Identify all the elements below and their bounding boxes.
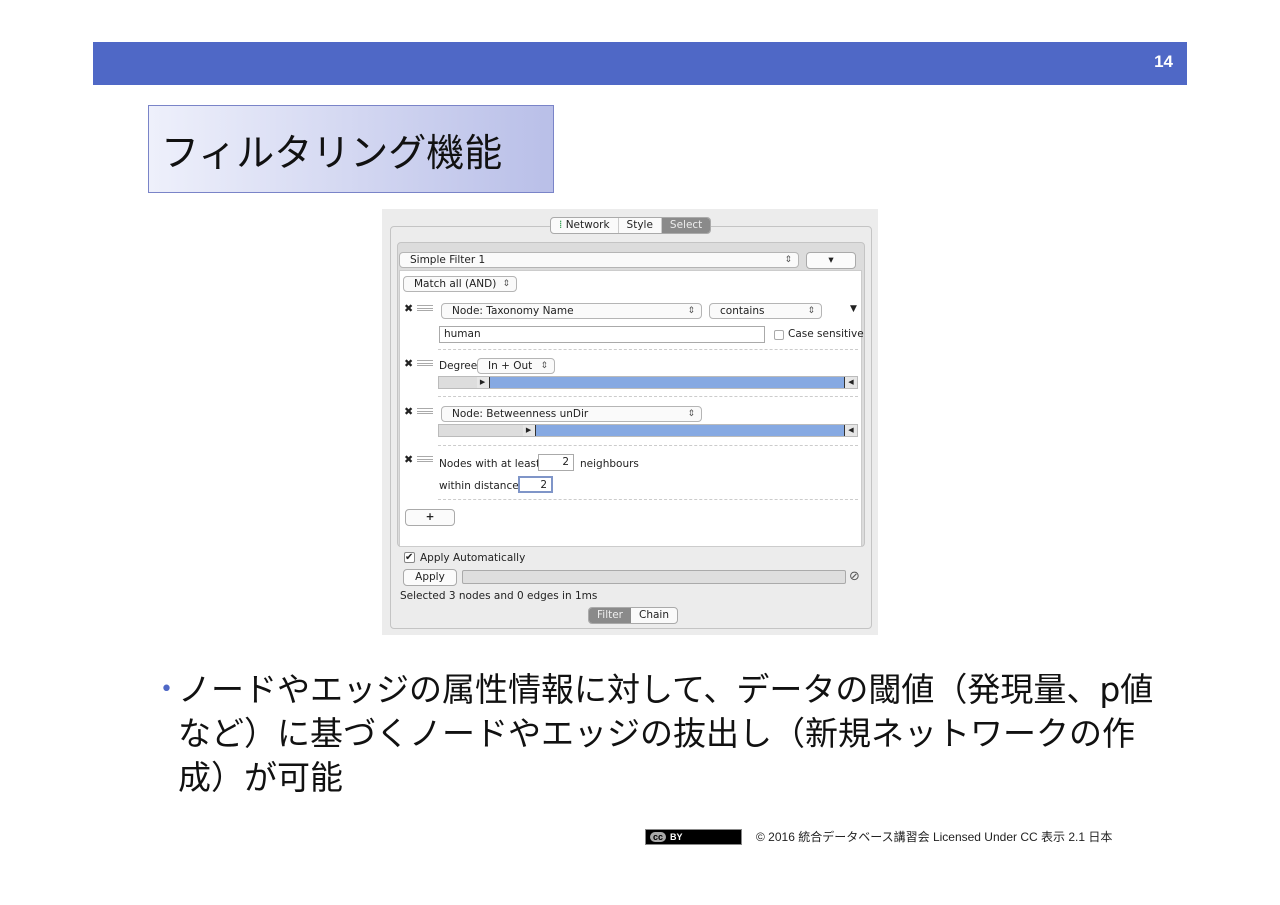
- cc-logo: cc: [650, 831, 667, 842]
- remove-filter-icon[interactable]: ✖: [404, 405, 413, 418]
- neighbours-prefix: Nodes with at least: [439, 458, 541, 470]
- header-band: 14: [93, 42, 1187, 85]
- operator-value: contains: [720, 305, 765, 317]
- drag-handle-icon[interactable]: [417, 305, 433, 311]
- filter-select[interactable]: Simple Filter 1 ⇕: [399, 252, 799, 268]
- stepper-icon: ⇕: [687, 409, 695, 419]
- degree-mode-value: In + Out: [488, 360, 533, 372]
- progress-bar: [462, 570, 846, 584]
- slide-title: フィルタリング機能: [148, 105, 554, 193]
- case-sensitive-label: Case sensitive: [788, 328, 864, 340]
- slider-low-thumb[interactable]: ▶: [476, 377, 489, 388]
- tab-label: Network: [565, 219, 610, 231]
- copyright-text: © 2016 統合データベース講習会 Licensed Under CC 表示 …: [756, 830, 1113, 844]
- status-text: Selected 3 nodes and 0 edges in 1ms: [400, 590, 598, 602]
- divider: [438, 349, 858, 350]
- betweenness-column-select[interactable]: Node: Betweenness unDir ⇕: [441, 406, 702, 422]
- drag-handle-icon[interactable]: [417, 408, 433, 414]
- by-label: BY: [670, 831, 683, 842]
- footer: cc BY © 2016 統合データベース講習会 Licensed Under C…: [645, 828, 1112, 845]
- match-select[interactable]: Match all (AND) ⇕: [403, 276, 517, 292]
- top-tabs: ⁞ Network Style Select: [550, 217, 712, 234]
- apply-auto-checkbox[interactable]: ✔: [404, 552, 415, 563]
- degree-label: Degree: [439, 360, 478, 372]
- match-value: Match all (AND): [414, 278, 497, 290]
- slider-range[interactable]: [534, 425, 845, 436]
- degree-range-slider[interactable]: ▶ ◀: [438, 376, 858, 389]
- remove-filter-icon[interactable]: ✖: [404, 453, 413, 466]
- page-number: 14: [1154, 52, 1173, 71]
- betweenness-range-slider[interactable]: ▶ ◀: [438, 424, 858, 437]
- drag-handle-icon[interactable]: [417, 360, 433, 366]
- tab-chain[interactable]: Chain: [631, 608, 677, 623]
- bottom-tabs: Filter Chain: [588, 607, 679, 624]
- bullet-icon: •: [160, 677, 173, 702]
- divider: [438, 499, 858, 500]
- neighbours-suffix: neighbours: [580, 458, 639, 470]
- drag-handle-icon[interactable]: [417, 456, 433, 462]
- network-icon: ⁞: [559, 219, 563, 231]
- bullet-text: ノードやエッジの属性情報に対して、データの閾値（発現量、p値など）に基づくノード…: [178, 670, 1154, 797]
- neighbour-count-input[interactable]: 2: [538, 454, 574, 471]
- stepper-icon: ⇕: [807, 306, 815, 316]
- filter-options-button[interactable]: ▾: [806, 252, 856, 269]
- cancel-icon[interactable]: ⊘: [849, 569, 860, 584]
- remove-filter-icon[interactable]: ✖: [404, 302, 413, 315]
- column-value: Node: Taxonomy Name: [452, 305, 574, 317]
- filter-value-input[interactable]: human: [439, 326, 765, 343]
- apply-auto-label: Apply Automatically: [420, 552, 526, 564]
- menu-arrow-icon[interactable]: ▼: [850, 304, 857, 314]
- tab-filter[interactable]: Filter: [589, 608, 632, 623]
- bullet-list: • ノードやエッジの属性情報に対して、データの閾値（発現量、p値など）に基づくノ…: [160, 668, 1160, 800]
- filter-select-value: Simple Filter 1: [410, 254, 486, 266]
- tab-network[interactable]: ⁞ Network: [551, 218, 619, 233]
- stepper-icon: ⇕: [540, 361, 548, 371]
- stepper-icon: ⇕: [502, 279, 510, 289]
- stepper-icon: ⇕: [687, 306, 695, 316]
- divider: [438, 396, 858, 397]
- distance-label: within distance: [439, 480, 519, 492]
- apply-button[interactable]: Apply: [403, 569, 457, 586]
- tab-style[interactable]: Style: [619, 218, 662, 233]
- divider: [438, 445, 858, 446]
- slider-high-thumb[interactable]: ◀: [845, 425, 857, 436]
- slider-range[interactable]: [488, 377, 845, 388]
- column-select[interactable]: Node: Taxonomy Name ⇕: [441, 303, 702, 319]
- cytoscape-select-panel: ⁞ Network Style Select Simple Filter 1 ⇕ …: [382, 209, 878, 635]
- slider-low-thumb[interactable]: ▶: [522, 425, 535, 436]
- remove-filter-icon[interactable]: ✖: [404, 357, 413, 370]
- stepper-icon: ⇕: [784, 255, 792, 265]
- column-value: Node: Betweenness unDir: [452, 408, 589, 420]
- add-filter-button[interactable]: +: [405, 509, 455, 526]
- cc-by-badge: cc BY: [645, 828, 742, 845]
- case-sensitive-checkbox[interactable]: [774, 330, 784, 340]
- distance-input[interactable]: 2: [518, 476, 553, 493]
- tab-select[interactable]: Select: [661, 218, 711, 233]
- degree-mode-select[interactable]: In + Out ⇕: [477, 358, 555, 374]
- operator-select[interactable]: contains ⇕: [709, 303, 822, 319]
- slider-high-thumb[interactable]: ◀: [845, 377, 857, 388]
